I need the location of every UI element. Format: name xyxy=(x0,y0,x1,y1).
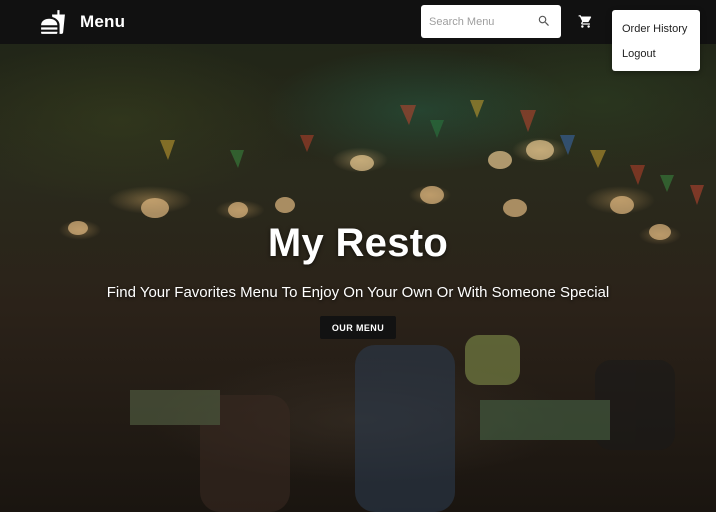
hero-title: My Resto xyxy=(267,221,449,265)
our-menu-button[interactable]: OUR MENU xyxy=(320,316,396,339)
hero-subtitle: Find Your Favorites Menu To Enjoy On You… xyxy=(106,284,610,301)
hero-section: My Resto Find Your Favorites Menu To Enj… xyxy=(0,0,716,512)
